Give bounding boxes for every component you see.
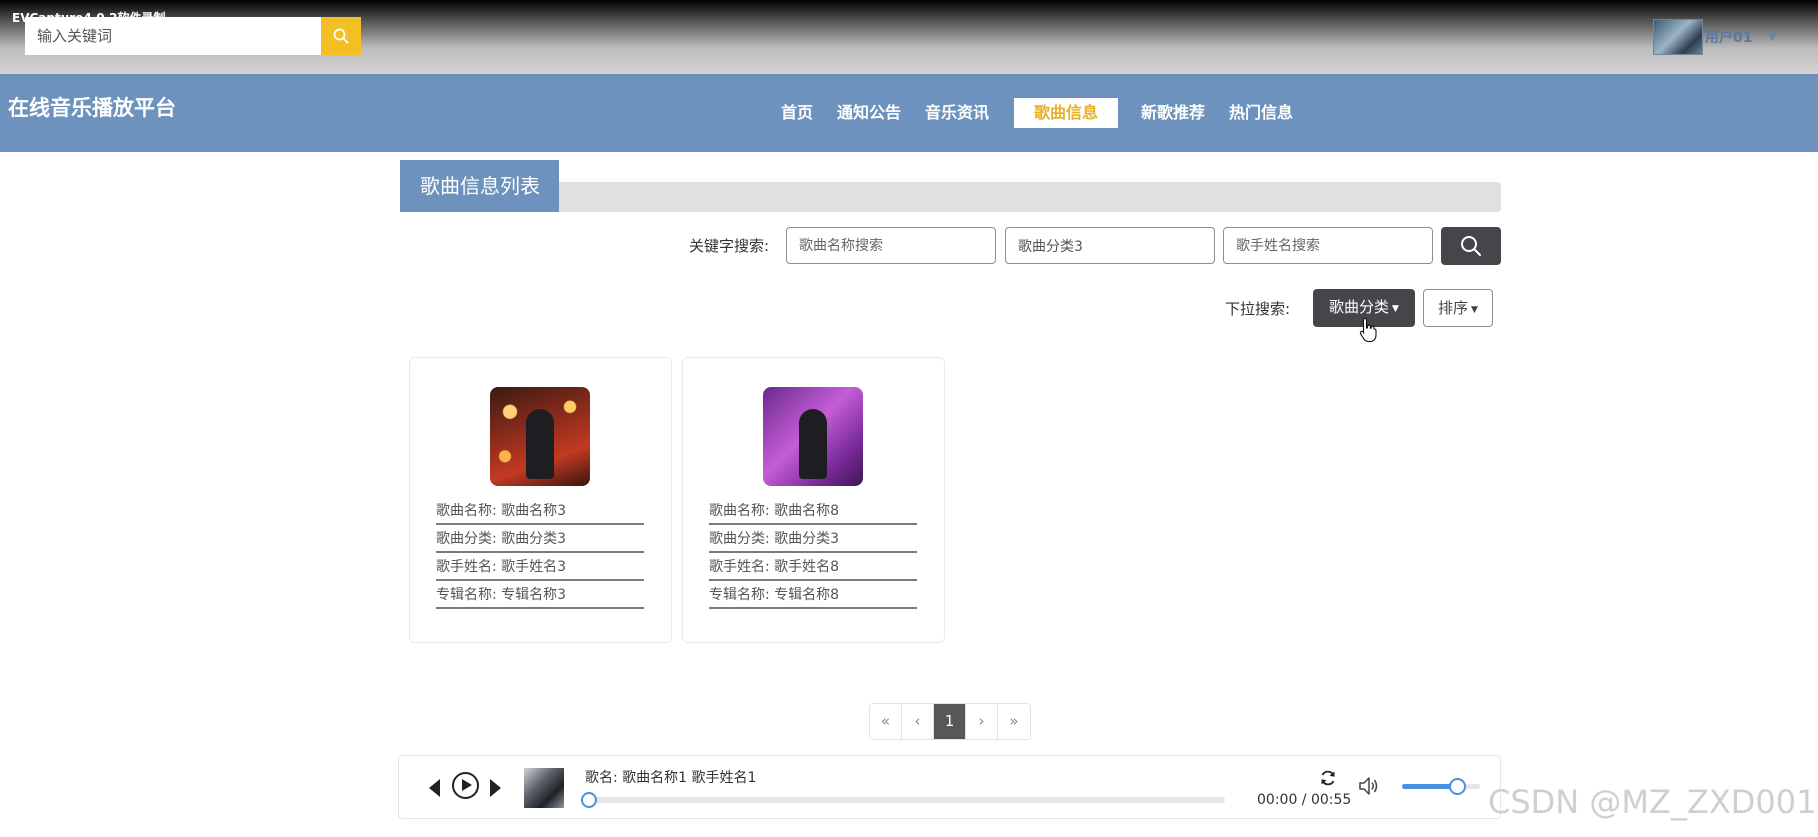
pagination: « ‹ 1 › » — [869, 703, 1031, 740]
chevron-down-icon: ▼ — [1768, 31, 1777, 43]
search-icon — [333, 28, 349, 44]
hand-cursor-icon — [1359, 317, 1377, 343]
list-header-bar — [400, 182, 1501, 212]
user-name: 用户01 — [1705, 30, 1753, 46]
nav-item-new-songs[interactable]: 新歌推荐 — [1141, 98, 1205, 128]
loop-icon[interactable] — [1319, 769, 1337, 787]
nav-item-hot[interactable]: 热门信息 — [1229, 98, 1293, 128]
volume-icon[interactable] — [1358, 775, 1382, 797]
song-card[interactable]: 歌曲名称: 歌曲名称8 歌曲分类: 歌曲分类3 歌手姓名: 歌手姓名8 专辑名称… — [682, 357, 945, 643]
card-song-category: 歌曲分类: 歌曲分类3 — [436, 525, 644, 553]
user-menu[interactable]: 用户01 ▼ — [1653, 19, 1776, 55]
song-name-search-input[interactable] — [786, 227, 996, 264]
volume-slider[interactable] — [1402, 778, 1480, 795]
card-song-name: 歌曲名称: 歌曲名称3 — [436, 497, 644, 525]
song-card[interactable]: 歌曲名称: 歌曲名称3 歌曲分类: 歌曲分类3 歌手姓名: 歌手姓名3 专辑名称… — [409, 357, 672, 643]
page-prev[interactable]: ‹ — [902, 704, 934, 739]
previous-track-icon[interactable] — [429, 779, 440, 797]
card-singer-name: 歌手姓名: 歌手姓名8 — [709, 553, 917, 581]
csdn-watermark: CSDN @MZ_ZXD001 — [1488, 783, 1817, 821]
now-playing-text: 歌名: 歌曲名称1 歌手姓名1 — [585, 770, 757, 786]
page-last[interactable]: » — [998, 704, 1030, 739]
song-cover-image[interactable] — [490, 387, 590, 486]
volume-handle[interactable] — [1448, 778, 1466, 795]
card-song-name: 歌曲名称: 歌曲名称8 — [709, 497, 917, 525]
caret-down-icon: ▼ — [1392, 304, 1399, 314]
main-nav: 首页 通知公告 音乐资讯 歌曲信息 新歌推荐 热门信息 — [0, 98, 1818, 128]
progress-handle[interactable] — [581, 792, 597, 808]
progress-slider[interactable] — [581, 792, 1225, 808]
nav-item-home[interactable]: 首页 — [781, 98, 813, 128]
card-album-name: 专辑名称: 专辑名称3 — [436, 581, 644, 609]
list-title: 歌曲信息列表 — [400, 160, 559, 212]
song-category-dropdown-label: 歌曲分类 — [1329, 298, 1390, 316]
header-search-button[interactable] — [321, 17, 361, 55]
header-search — [25, 17, 361, 55]
song-cover-image[interactable] — [763, 387, 863, 486]
avatar — [1653, 19, 1703, 55]
play-icon[interactable] — [452, 772, 479, 799]
song-category-search-input[interactable] — [1005, 227, 1215, 264]
singer-figure — [799, 409, 827, 479]
next-track-icon[interactable] — [490, 779, 501, 797]
page-first[interactable]: « — [870, 704, 902, 739]
singer-name-search-input[interactable] — [1223, 227, 1433, 264]
nav-item-songs[interactable]: 歌曲信息 — [1014, 98, 1118, 128]
search-icon — [1461, 236, 1481, 256]
top-bar: EVCapture4.0.2软件录制 用户01 ▼ — [0, 0, 1818, 74]
page-current[interactable]: 1 — [934, 704, 966, 739]
time-display: 00:00 / 00:55 — [1257, 792, 1352, 808]
page-next[interactable]: › — [966, 704, 998, 739]
singer-figure — [526, 409, 554, 479]
card-song-category: 歌曲分类: 歌曲分类3 — [709, 525, 917, 553]
sort-dropdown-label: 排序 — [1438, 299, 1469, 317]
sort-dropdown[interactable]: 排序 ▼ — [1423, 289, 1493, 327]
nav-item-news[interactable]: 音乐资讯 — [925, 98, 989, 128]
card-singer-name: 歌手姓名: 歌手姓名3 — [436, 553, 644, 581]
card-album-name: 专辑名称: 专辑名称8 — [709, 581, 917, 609]
player-cover-image — [524, 768, 564, 808]
caret-down-icon: ▼ — [1471, 305, 1478, 315]
nav-item-notices[interactable]: 通知公告 — [837, 98, 901, 128]
music-player: 歌名: 歌曲名称1 歌手姓名1 00:00 / 00:55 — [398, 755, 1501, 819]
dropdown-search-label: 下拉搜索: — [1225, 300, 1291, 318]
nav-bar: 在线音乐播放平台 首页 通知公告 音乐资讯 歌曲信息 新歌推荐 热门信息 — [0, 74, 1818, 152]
keyword-search-label: 关键字搜索: — [689, 237, 770, 255]
header-search-input[interactable] — [25, 17, 321, 55]
search-button[interactable] — [1441, 227, 1501, 265]
